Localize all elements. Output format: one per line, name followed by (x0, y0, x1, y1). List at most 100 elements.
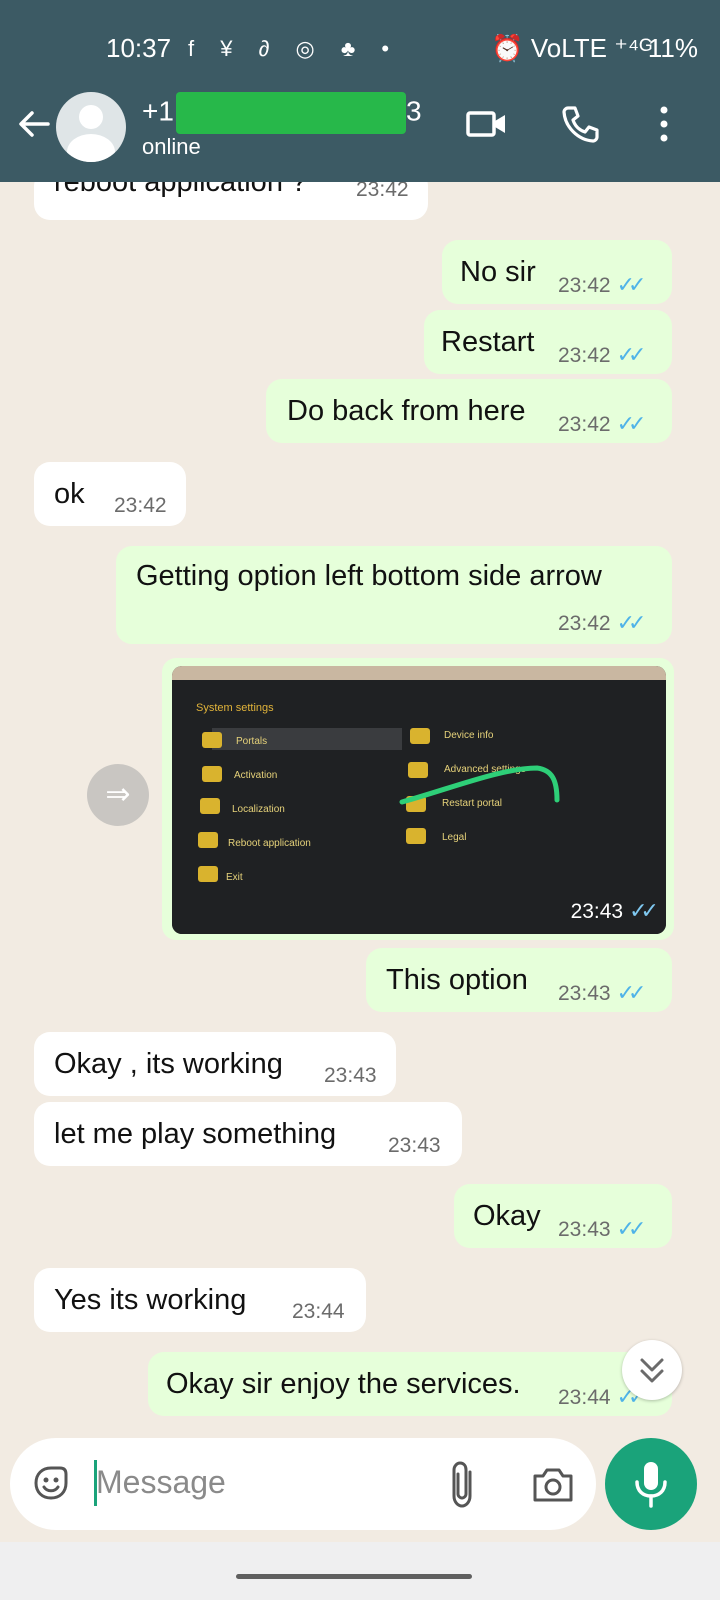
message-composer[interactable]: Message (10, 1438, 596, 1530)
status-time: 10:37 (106, 33, 172, 63)
message-text: Yes its working (54, 1284, 247, 1316)
redaction-mark (175, 92, 406, 134)
message-text: Restart (441, 326, 535, 358)
battery-level: 11% (647, 33, 698, 63)
status-bar: 10:37 f ¥ ∂ ◎ ♣ • ⏰ VoLTE ⁺⁴ᴳ 11% (0, 0, 720, 95)
settings-screenshot-image[interactable]: System settings Portals Activation Local… (172, 666, 666, 934)
legal-icon (406, 828, 426, 844)
read-ticks-icon: ✓✓ (616, 980, 647, 1005)
read-ticks-icon: ✓✓ (616, 342, 647, 367)
scroll-to-bottom-button[interactable] (622, 1340, 682, 1400)
message-time: 23:43 (558, 982, 611, 1005)
voice-call-icon[interactable] (556, 100, 604, 148)
message-text: This option (386, 964, 528, 996)
exit-home-icon (198, 866, 218, 882)
message-bubble[interactable]: reboot application ? 23:42 (34, 182, 428, 220)
message-time: 23:43 (324, 1064, 377, 1087)
message-bubble[interactable]: This option 23:43 ✓✓ (366, 948, 672, 1012)
message-bubble[interactable]: Okay 23:43 ✓✓ (454, 1184, 672, 1248)
message-text: ok (54, 478, 85, 510)
activation-icon (202, 766, 222, 782)
forward-button[interactable]: ⇒ (87, 764, 149, 826)
message-time: 23:42 (558, 344, 611, 367)
video-call-icon[interactable] (462, 100, 510, 148)
read-ticks-icon: ✓✓ (629, 898, 659, 923)
sticker-emoji-icon[interactable] (30, 1462, 72, 1504)
attach-paperclip-icon[interactable] (442, 1458, 482, 1510)
photo-menu-item: Portals (236, 736, 268, 747)
contact-name-prefix: +1 (142, 95, 174, 127)
message-time: 23:42 (558, 413, 611, 436)
avatar-head-shape (79, 105, 103, 129)
message-text: Okay , its working (54, 1048, 283, 1080)
read-ticks-icon: ✓✓ (616, 610, 647, 635)
more-options-icon[interactable] (640, 100, 688, 148)
message-text: Okay sir enjoy the services. (166, 1368, 521, 1400)
contact-status: online (142, 134, 201, 159)
double-chevron-down-icon (640, 1358, 664, 1383)
localization-icon (200, 798, 220, 814)
avatar-body-shape (67, 134, 115, 162)
message-text: Getting option left bottom side arrow (136, 560, 602, 592)
message-list[interactable]: reboot application ? 23:42 No sir 23:42 ✓… (0, 182, 720, 1437)
portals-icon (202, 732, 222, 748)
photo-menu-item: Reboot application (228, 838, 311, 849)
message-bubble[interactable]: let me play something 23:43 (34, 1102, 462, 1166)
message-time: 23:44 (558, 1386, 611, 1409)
signal-icons: ⏰ VoLTE ⁺⁴ᴳ (491, 33, 652, 63)
image-message[interactable]: System settings Portals Activation Local… (162, 658, 674, 940)
message-bubble[interactable]: Restart 23:42 ✓✓ (424, 310, 672, 374)
message-meta: 23:42 ✓✓ (558, 610, 647, 636)
message-bubble[interactable]: No sir 23:42 ✓✓ (442, 240, 672, 304)
message-bubble[interactable]: Okay , its working 23:43 (34, 1032, 396, 1096)
message-meta: 23:42 ✓✓ (558, 411, 647, 437)
message-bubble[interactable]: Do back from here 23:42 ✓✓ (266, 379, 672, 443)
message-meta: 23:43 ✓✓ (558, 1216, 647, 1242)
message-bubble[interactable]: Getting option left bottom side arrow 23… (116, 546, 672, 644)
device-info-icon (410, 728, 430, 744)
message-time: 23:42 (558, 612, 611, 635)
notification-icons: f ¥ ∂ ◎ ♣ • (188, 36, 400, 61)
message-time: 23:42 (558, 274, 611, 297)
home-gesture-pill[interactable] (236, 1574, 472, 1579)
photo-menu-item: Legal (442, 832, 467, 843)
system-navigation-bar (0, 1542, 720, 1600)
contact-avatar[interactable] (56, 92, 126, 162)
drawn-arrow-annotation (399, 765, 560, 805)
message-time: 23:43 (388, 1134, 441, 1157)
message-text: No sir (460, 256, 536, 288)
forward-icon: ⇒ (105, 778, 131, 811)
read-ticks-icon: ✓✓ (616, 1216, 647, 1241)
photo-meta: 23:43 ✓✓ (571, 898, 659, 924)
message-time: 23:42 (114, 494, 167, 517)
microphone-icon (635, 1462, 667, 1508)
read-ticks-icon: ✓✓ (616, 272, 647, 297)
message-bubble[interactable]: ok 23:42 (34, 462, 186, 526)
message-text: reboot application ? (54, 182, 308, 198)
photo-menu-item: Device info (444, 730, 494, 741)
message-text: Do back from here (287, 395, 526, 427)
camera-icon[interactable] (530, 1462, 576, 1506)
contact-name[interactable]: +1 3 (142, 92, 422, 134)
message-bubble[interactable]: Okay sir enjoy the services. 23:44 ✓✓ (148, 1352, 672, 1416)
back-arrow-icon[interactable] (14, 104, 54, 144)
message-text: Okay (473, 1200, 541, 1232)
message-meta: 23:42 ✓✓ (558, 342, 647, 368)
message-meta: 23:43 ✓✓ (558, 980, 647, 1006)
message-text: let me play something (54, 1118, 337, 1150)
message-time: 23:42 (356, 182, 409, 201)
read-ticks-icon: ✓✓ (616, 411, 647, 436)
message-time: 23:43 (558, 1218, 611, 1241)
message-bubble[interactable]: Yes its working 23:44 (34, 1268, 366, 1332)
message-meta: 23:42 ✓✓ (558, 272, 647, 298)
contact-name-suffix: 3 (405, 95, 422, 127)
reboot-icon (198, 832, 218, 848)
message-input[interactable]: Message (96, 1464, 226, 1501)
message-time: 23:44 (292, 1300, 345, 1323)
photo-menu-item: Activation (234, 770, 278, 781)
photo-menu-item: Localization (232, 804, 285, 815)
voice-message-button[interactable] (605, 1438, 697, 1530)
photo-menu-item: Exit (226, 872, 243, 883)
chat-header: 10:37 f ¥ ∂ ◎ ♣ • ⏰ VoLTE ⁺⁴ᴳ 11% +1 3 on… (0, 0, 720, 182)
photo-title: System settings (196, 702, 274, 714)
